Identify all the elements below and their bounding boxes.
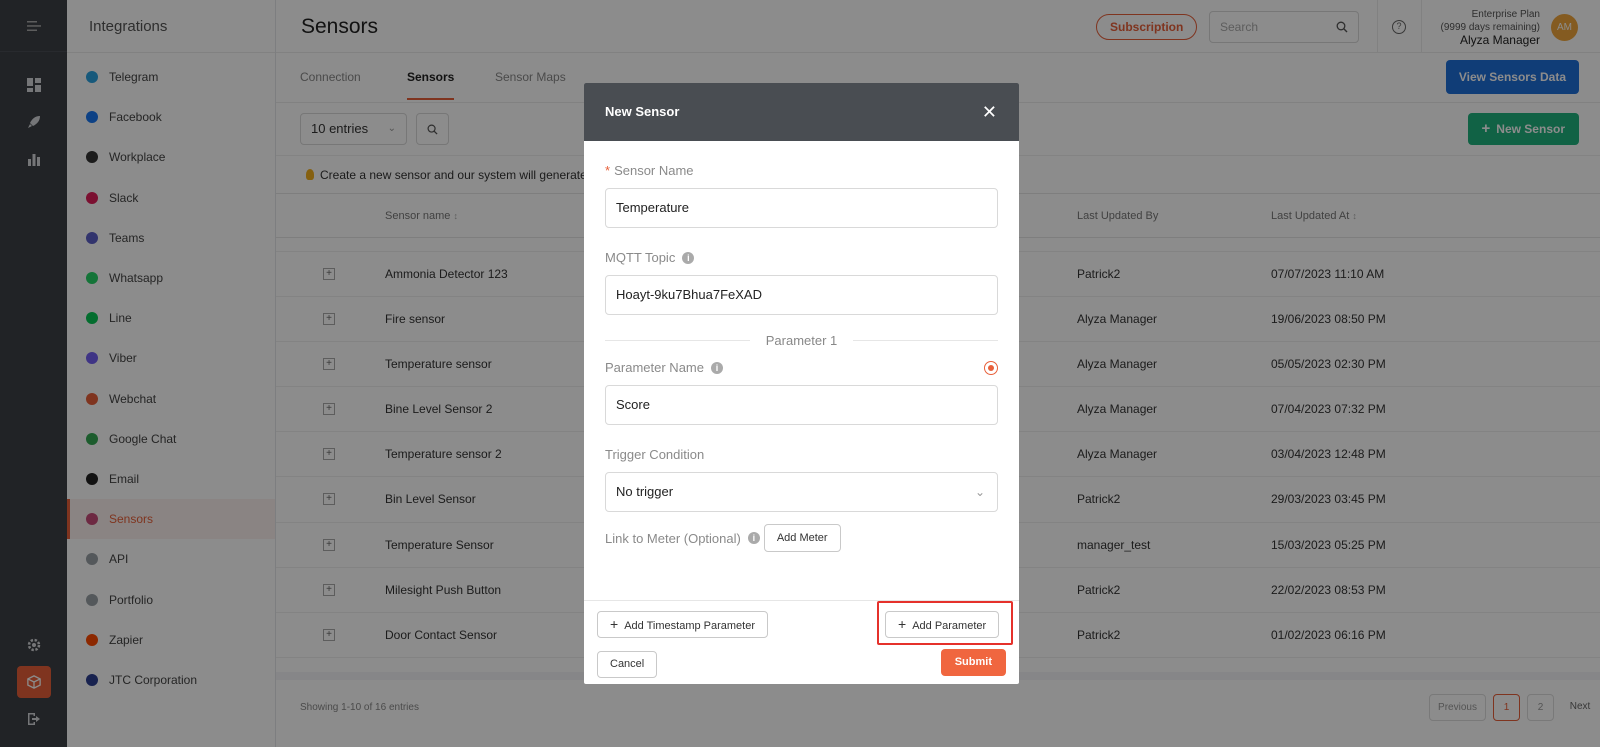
cancel-button[interactable]: Cancel — [597, 651, 658, 678]
parameter-divider: Parameter 1 — [605, 333, 998, 348]
modal-title: New Sensor — [605, 104, 680, 119]
add-meter-button[interactable]: Add Meter — [763, 524, 841, 552]
sensor-name-label: * Sensor Name — [605, 163, 694, 178]
link-meter-label: Link to Meter (Optional) — [605, 530, 741, 546]
info-icon[interactable]: i — [747, 532, 760, 544]
parameter-radio[interactable] — [984, 361, 998, 375]
info-icon[interactable]: i — [682, 251, 695, 264]
submit-button[interactable]: Submit — [940, 649, 1006, 676]
new-sensor-modal: New Sensor ✕ * Sensor Name Temperature MQ… — [584, 83, 1019, 684]
sensor-name-input[interactable]: Temperature — [605, 188, 998, 228]
info-icon[interactable]: i — [710, 361, 723, 374]
close-icon[interactable]: ✕ — [982, 83, 997, 141]
modal-header: New Sensor ✕ — [584, 83, 1019, 141]
chevron-down-icon: ⌄ — [974, 485, 985, 499]
add-parameter-button[interactable]: + Add Parameter — [885, 611, 1000, 638]
modal-body: * Sensor Name Temperature MQTT Topic i Hoa… — [584, 141, 1019, 601]
parameter-name-label: Parameter Name i — [605, 360, 998, 375]
link-meter-row: Link to Meter (Optional) i Add Meter — [605, 524, 998, 552]
plus-icon: + — [610, 616, 619, 632]
mqtt-topic-label: MQTT Topic i — [605, 250, 998, 265]
trigger-condition-select[interactable]: No trigger ⌄ — [605, 472, 998, 512]
mqtt-topic-input[interactable]: Hoayt-9ku7Bhua7FeXAD — [605, 275, 998, 315]
plus-icon: + — [898, 616, 907, 632]
trigger-condition-label: Trigger Condition — [605, 447, 705, 462]
add-timestamp-parameter-button[interactable]: + Add Timestamp Parameter — [597, 611, 769, 638]
parameter-name-input[interactable]: Score — [605, 385, 998, 425]
modal-footer: + Add Timestamp Parameter + Add Parameter … — [584, 600, 1019, 684]
